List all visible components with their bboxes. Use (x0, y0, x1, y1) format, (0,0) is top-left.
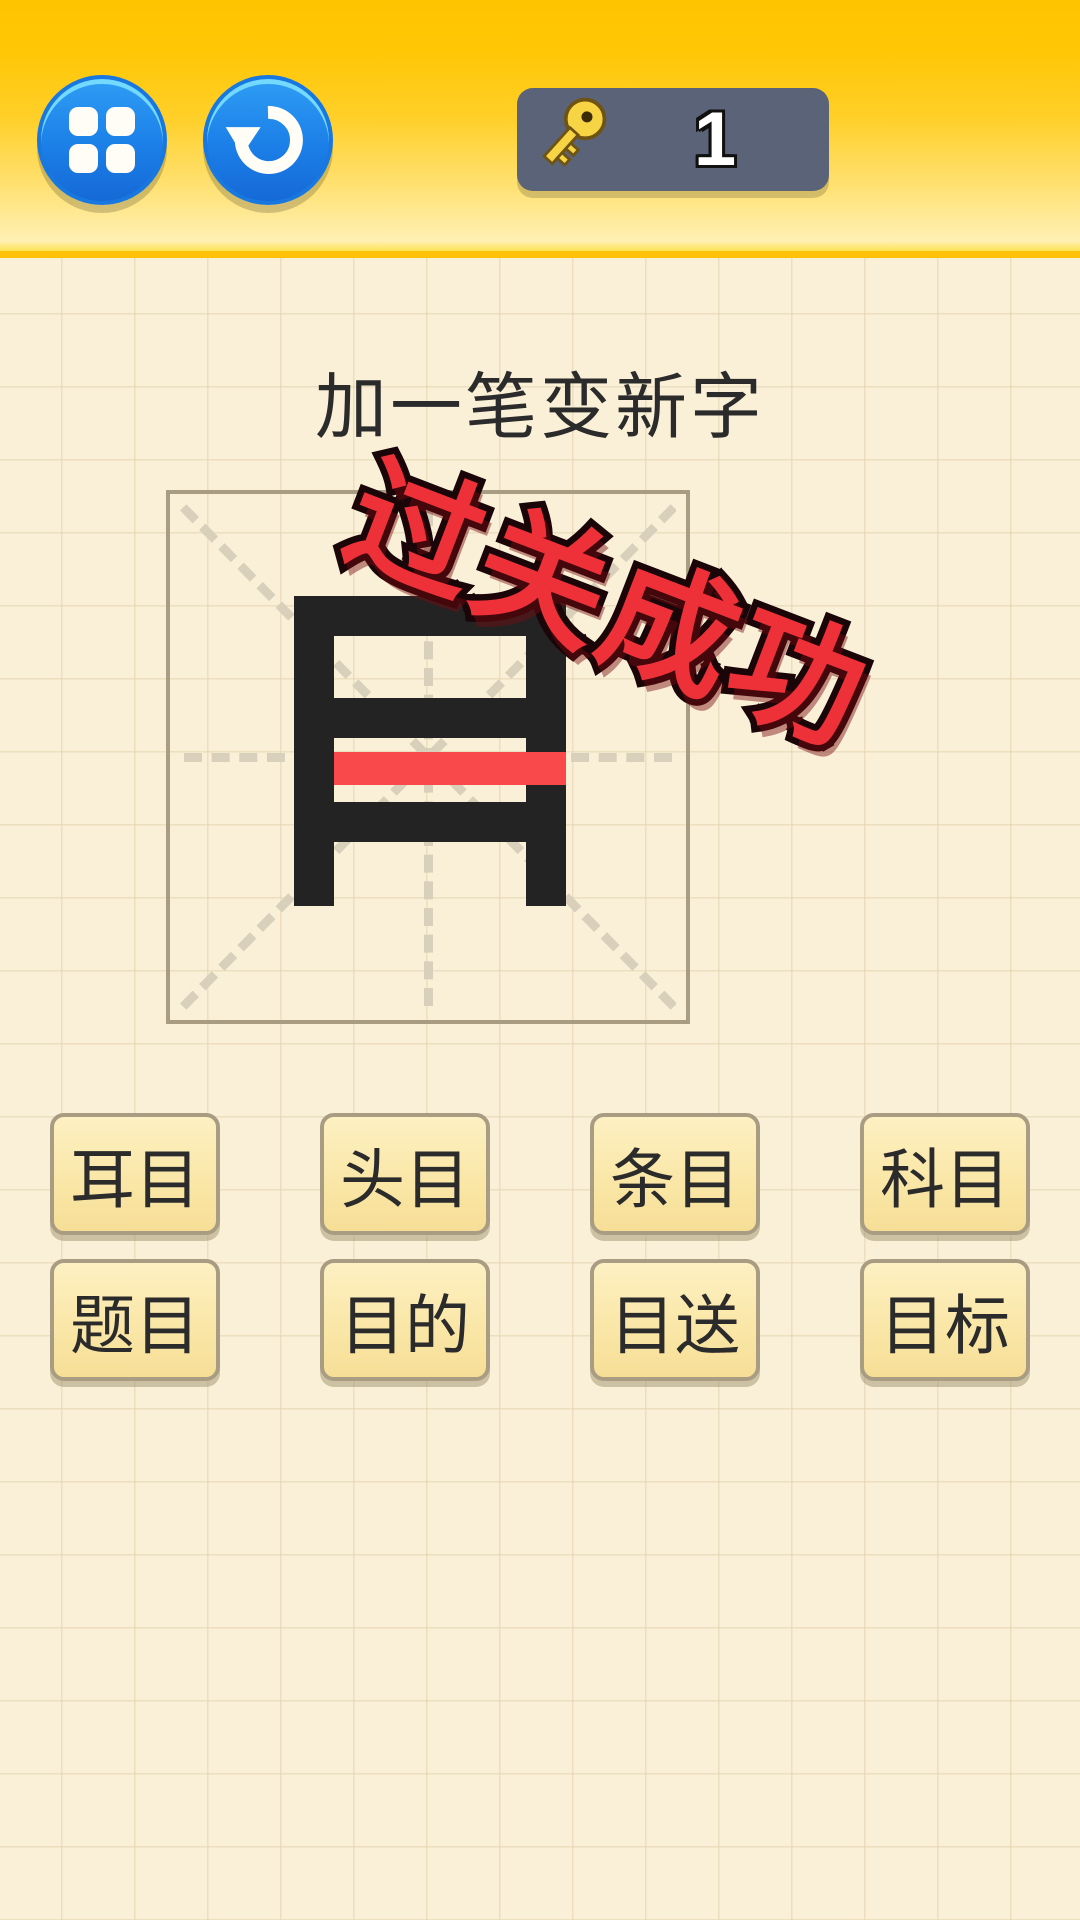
answer-button[interactable]: 目标 (860, 1259, 1030, 1381)
stroke-middle-horizontal (294, 698, 566, 738)
undo-arrow-icon (207, 79, 329, 201)
answer-button[interactable]: 目的 (320, 1259, 490, 1381)
stroke-left-leg (294, 842, 334, 906)
top-bar: 1 (0, 0, 1080, 258)
answer-button[interactable]: 耳目 (50, 1113, 220, 1235)
game-screen: 1 加一笔变新字 过关成功 耳目 头目 条目 科目 题目 目的 目送 目标 (0, 0, 1080, 1920)
restart-button[interactable] (203, 75, 333, 205)
answer-button[interactable]: 目送 (590, 1259, 760, 1381)
key-count-label: 1 (693, 96, 737, 182)
answer-button[interactable]: 题目 (50, 1259, 220, 1381)
answer-button[interactable]: 科目 (860, 1113, 1030, 1235)
answer-options: 耳目 头目 条目 科目 题目 目的 目送 目标 (50, 1113, 1030, 1405)
answer-row: 题目 目的 目送 目标 (50, 1259, 1030, 1381)
play-area: 加一笔变新字 过关成功 耳目 头目 条目 科目 题目 目的 目送 目标 (0, 258, 1080, 1920)
stroke-bottom-horizontal (294, 802, 566, 842)
key-counter-badge[interactable]: 1 (517, 88, 829, 191)
answer-button[interactable]: 条目 (590, 1113, 760, 1235)
stroke-right-leg (526, 842, 566, 906)
answer-row: 耳目 头目 条目 科目 (50, 1113, 1030, 1235)
answer-button[interactable]: 头目 (320, 1113, 490, 1235)
menu-button[interactable] (37, 75, 167, 205)
key-icon (535, 94, 627, 186)
stroke-added-highlight (334, 752, 566, 785)
grid-four-squares-icon (41, 79, 163, 201)
page-title: 加一笔变新字 (314, 368, 765, 448)
